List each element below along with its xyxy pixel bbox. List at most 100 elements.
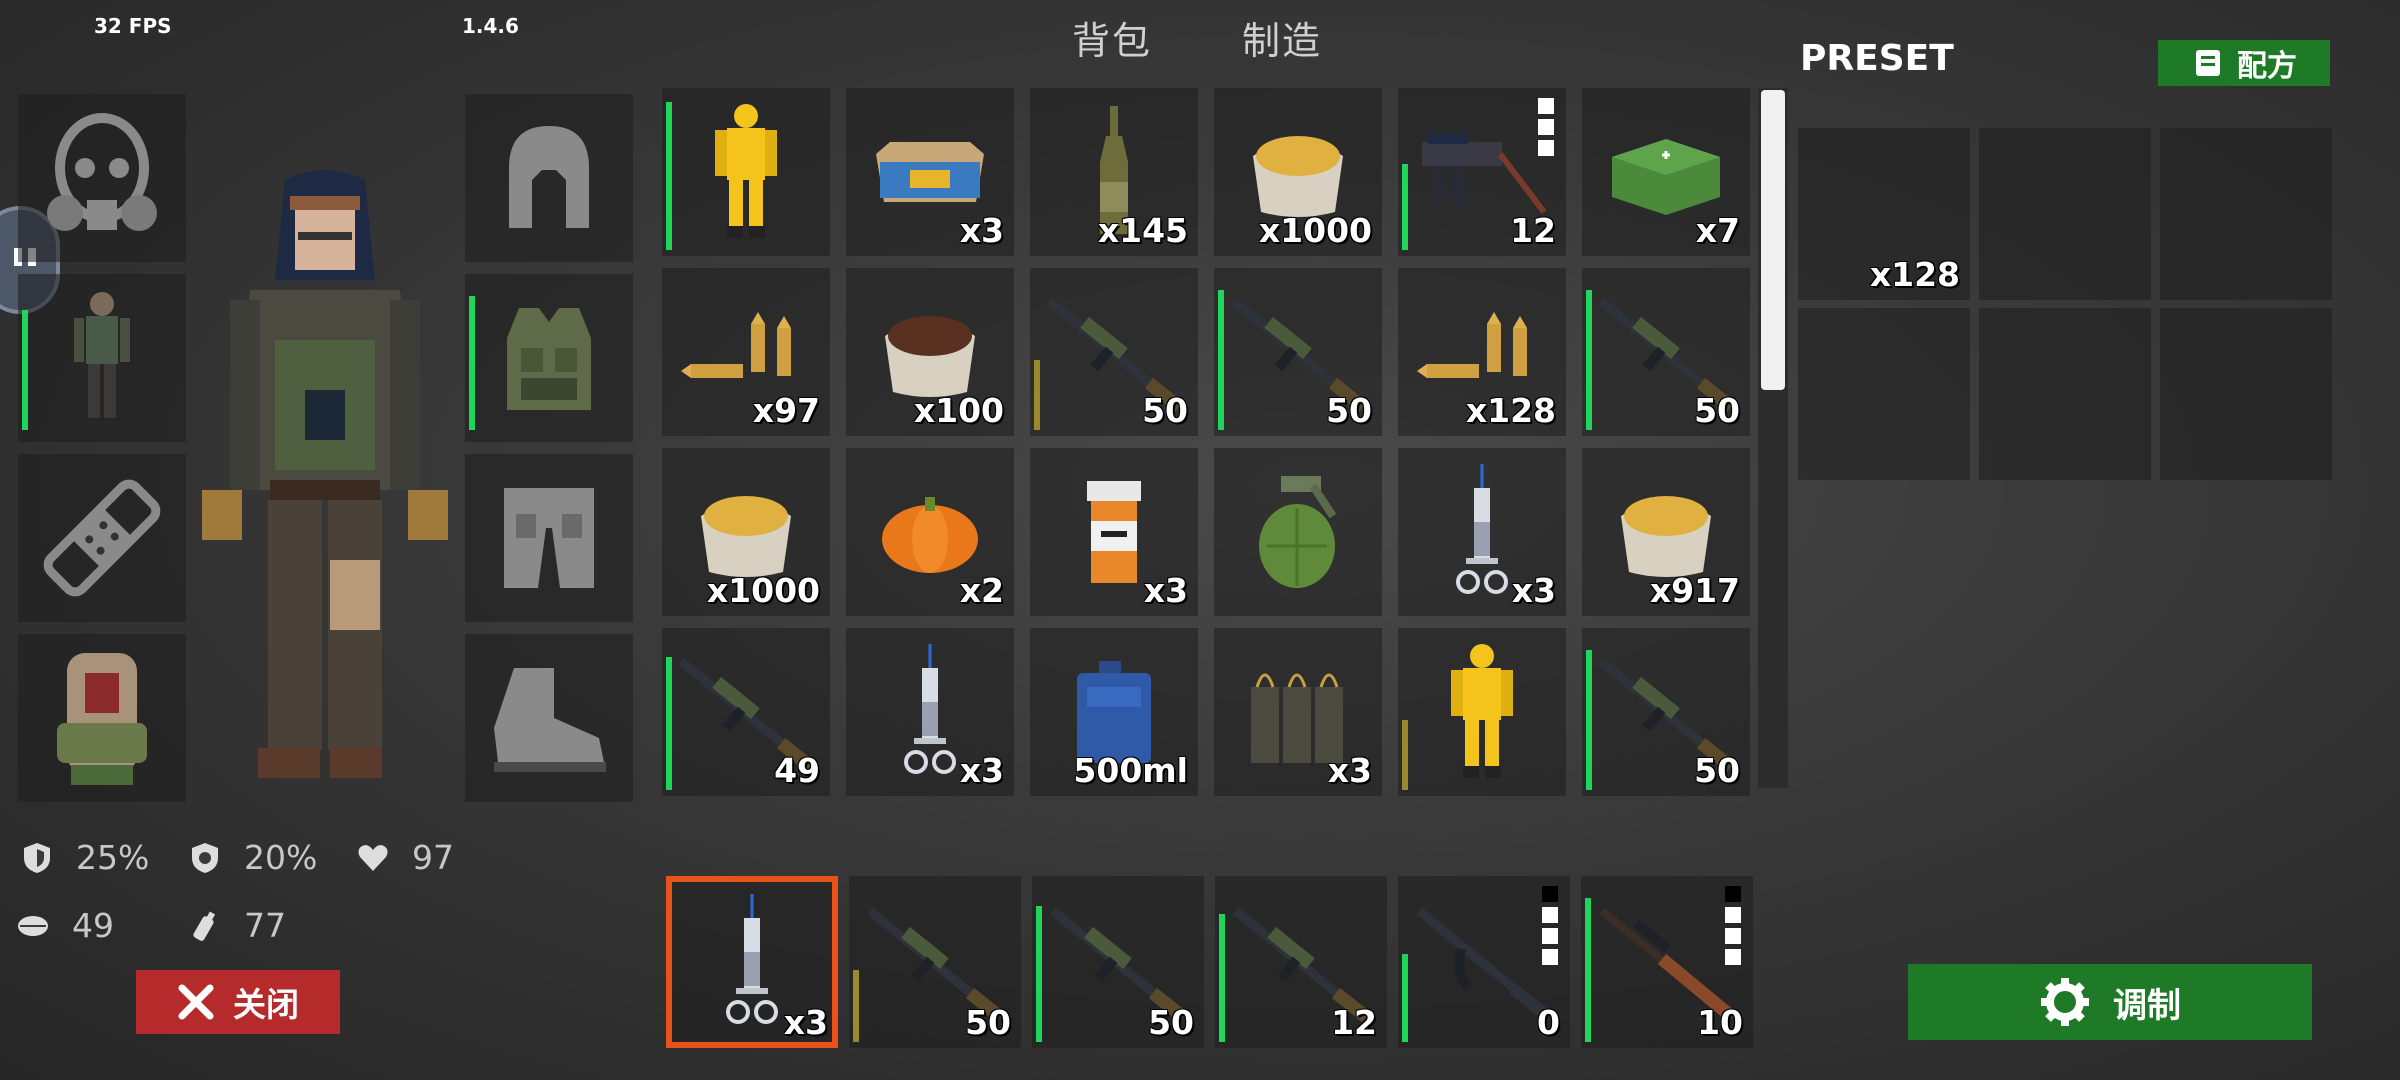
inventory-scroll-track[interactable] [1758,88,1788,788]
item-quantity: x917 [1649,571,1740,610]
ammo-pip [1725,928,1741,944]
water-bottle-icon [193,911,216,941]
ammo-pip [1538,98,1554,114]
hotbar-slot[interactable]: 10 [1581,876,1753,1048]
inventory-slot[interactable]: x7 [1582,88,1750,256]
equip-slot-mask[interactable] [18,94,186,262]
ammo-indicator [1542,886,1558,965]
food-icon [18,915,48,936]
item-quantity: x1000 [706,571,820,610]
vest-icon [465,274,633,442]
hotbar-slot[interactable]: 50 [849,876,1021,1048]
inventory-slot[interactable]: 50 [1582,628,1750,796]
inventory-slot[interactable] [1214,448,1382,616]
heart-icon [358,844,388,871]
equip-slot-pants[interactable] [465,454,633,622]
equip-slot-vest[interactable] [465,274,633,442]
item-quantity: 12 [1331,1003,1377,1042]
backpack-icon [18,634,186,802]
item-quantity: x100 [913,391,1004,430]
item-quantity: x97 [752,391,820,430]
equip-slot-helmet[interactable] [465,94,633,262]
water-value: 77 [244,906,286,945]
close-button-label: 关闭 [233,985,299,1024]
inventory-slot[interactable]: x128 [1398,268,1566,436]
boots-icon [465,634,633,802]
inventory-slot[interactable]: x1000 [662,448,830,616]
preset-slot[interactable] [2160,308,2332,480]
close-button[interactable]: 关闭 [136,970,340,1034]
ammo-pip [1542,886,1558,902]
equip-slot-medical[interactable] [18,454,186,622]
ammo-pip [1538,119,1554,135]
ammo-pip [1725,907,1741,923]
inventory-slot[interactable]: x100 [846,268,1014,436]
inventory-slot[interactable]: 500ml [1030,628,1198,796]
health-value: 97 [412,838,454,877]
recipe-button-label: 配方 [2237,49,2297,84]
helmet-icon [465,94,633,262]
item-quantity: x3 [959,211,1004,250]
inventory-slot[interactable]: 12 [1398,88,1566,256]
food-value: 49 [72,906,114,945]
item-quantity: 49 [774,751,820,790]
fps-counter: 32 FPS [94,14,172,38]
item-quantity: x3 [959,751,1004,790]
inventory-slot[interactable] [662,88,830,256]
hotbar-slot[interactable]: 0 [1398,876,1570,1048]
hotbar-slot[interactable]: x3 [666,876,838,1048]
inventory-slot[interactable]: 50 [1582,268,1750,436]
hotbar-slot[interactable]: 12 [1215,876,1387,1048]
inventory-slot[interactable]: 50 [1214,268,1382,436]
equip-slot-boots[interactable] [465,634,633,802]
inventory-slot[interactable]: x2 [846,448,1014,616]
item-quantity: 50 [1142,391,1188,430]
preset-slot[interactable] [2160,128,2332,300]
preset-slot[interactable] [1798,308,1970,480]
armor-value: 25% [76,838,150,877]
shield-icon [24,842,50,873]
item-quantity: 10 [1697,1003,1743,1042]
item-quantity: x3 [1143,571,1188,610]
ammo-pip [1725,949,1741,965]
tab-craft[interactable]: 制造 [1242,10,1322,65]
equip-slot-suit[interactable] [18,274,186,442]
inventory-slot[interactable]: x3 [846,628,1014,796]
inventory-scrollbar-thumb[interactable] [1761,90,1785,390]
stat-food: 49 [16,906,114,945]
item-quantity: x145 [1097,211,1188,250]
inventory-slot[interactable] [1398,628,1566,796]
inventory-slot[interactable]: x3 [1030,448,1198,616]
equip-slot-backpack[interactable] [18,634,186,802]
preset-slot[interactable] [1979,308,2151,480]
inventory-slot[interactable]: x3 [846,88,1014,256]
hazmat-suit-icon [662,88,830,256]
inventory-slot[interactable]: x97 [662,268,830,436]
tab-backpack[interactable]: 背包 [1072,10,1152,65]
inventory-slot[interactable]: x1000 [1214,88,1382,256]
inventory-slot[interactable]: x3 [1398,448,1566,616]
item-quantity: 50 [1148,1003,1194,1042]
ammo-pip [1538,140,1554,156]
inventory-slot[interactable]: x145 [1030,88,1198,256]
inventory-slot[interactable]: x3 [1214,628,1382,796]
preset-slot[interactable]: x128 [1798,128,1970,300]
preset-title: PRESET [1800,38,1954,79]
item-quantity: x1000 [1258,211,1372,250]
item-quantity: 50 [1326,391,1372,430]
grenade-icon [1214,448,1382,616]
preset-slot[interactable] [1979,128,2151,300]
inventory-slot[interactable]: 50 [1030,268,1198,436]
hotbar-slot[interactable]: 50 [1032,876,1204,1048]
inventory-slot[interactable]: x917 [1582,448,1750,616]
item-quantity: 50 [1694,391,1740,430]
inventory-slot[interactable]: 49 [662,628,830,796]
resistance-value: 20% [244,838,318,877]
ammo-pip [1725,886,1741,902]
biohazard-shield-icon [192,842,218,873]
item-quantity: x128 [1869,255,1960,294]
survivor-outfit-icon [18,274,186,442]
recipe-button[interactable]: 配方 [2158,40,2330,86]
ammo-pip [1542,907,1558,923]
craft-button[interactable]: 调制 [1908,964,2312,1040]
